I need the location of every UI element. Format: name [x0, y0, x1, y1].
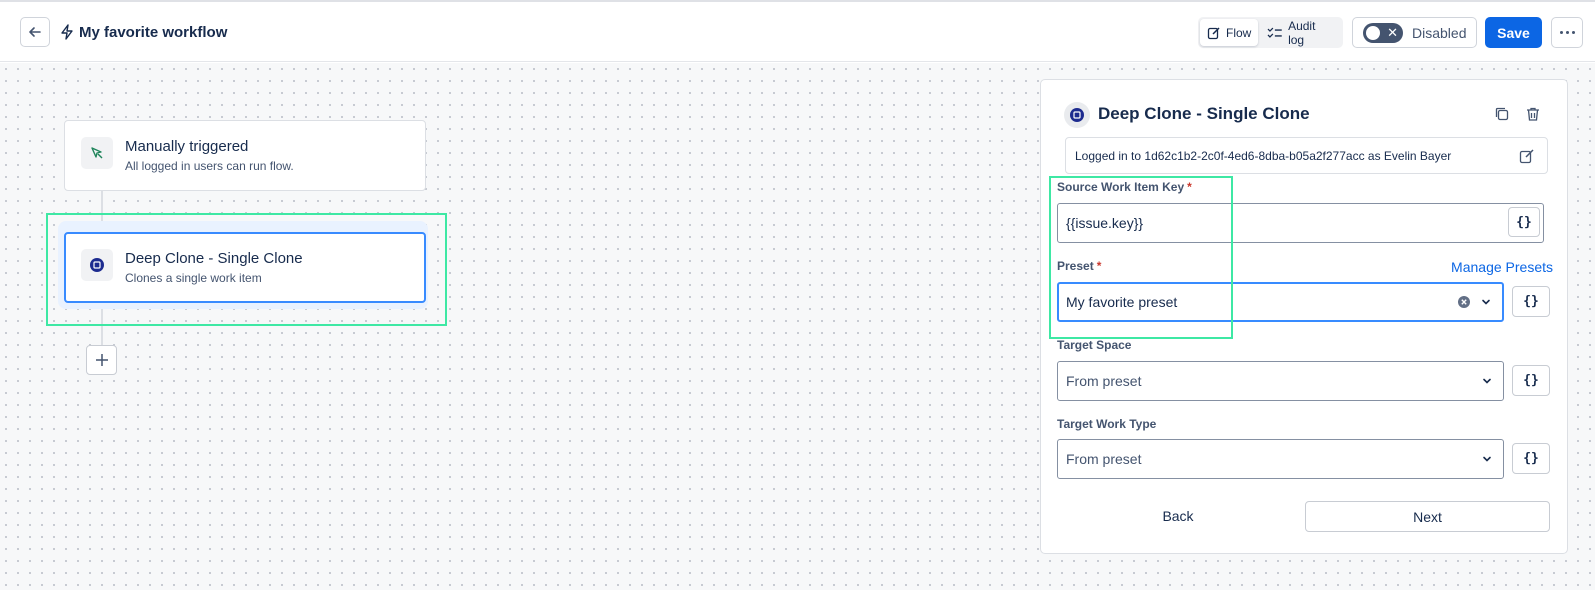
- trigger-icon-wrap: [81, 137, 113, 169]
- add-step-button[interactable]: [86, 345, 117, 375]
- target-work-type-icons: [1481, 440, 1493, 478]
- manage-presets-link[interactable]: Manage Presets: [1451, 259, 1553, 275]
- source-key-value: {{issue.key}}: [1066, 215, 1144, 231]
- workflow-title: My favorite workflow: [79, 23, 228, 41]
- trigger-node-title: Manually triggered: [125, 138, 249, 155]
- more-dot: [1571, 31, 1575, 34]
- trigger-node-subtitle: All logged in users can run flow.: [125, 159, 294, 173]
- toggle-knob: [1366, 25, 1380, 40]
- deep-clone-app-icon: [1070, 108, 1084, 122]
- target-space-variable-button[interactable]: {}: [1512, 365, 1550, 396]
- target-work-type-label: Target Work Type: [1057, 417, 1157, 431]
- target-space-icons: [1481, 362, 1493, 400]
- required-marker: *: [1096, 259, 1102, 273]
- preset-variable-button[interactable]: {}: [1512, 286, 1550, 317]
- preset-value: My favorite preset: [1066, 294, 1178, 310]
- preset-label-text: Preset: [1057, 259, 1094, 273]
- required-marker: *: [1187, 180, 1192, 194]
- source-key-variable-button[interactable]: {}: [1508, 207, 1540, 237]
- back-arrow-button[interactable]: [20, 17, 50, 47]
- plus-icon: [95, 354, 108, 366]
- chevron-down-icon[interactable]: [1481, 375, 1493, 387]
- tab-audit-log[interactable]: Audit log: [1260, 18, 1341, 47]
- workflow-header: My favorite workflow Flow Audit log ✕ Di…: [0, 2, 1595, 62]
- more-dot: [1559, 31, 1563, 34]
- view-switcher: Flow Audit log: [1198, 17, 1343, 48]
- panel-app-icon-wrap: [1064, 102, 1090, 128]
- deep-clone-node-title: Deep Clone - Single Clone: [125, 250, 303, 267]
- trigger-node[interactable]: Manually triggered All logged in users c…: [64, 120, 426, 191]
- delete-button[interactable]: [1521, 102, 1545, 126]
- duplicate-icon: [1495, 107, 1509, 121]
- preset-label: Preset *: [1057, 259, 1101, 273]
- save-button[interactable]: Save: [1485, 17, 1542, 48]
- clear-icon[interactable]: [1457, 295, 1471, 309]
- enable-toggle[interactable]: ✕: [1363, 22, 1403, 43]
- edit-icon: [1207, 26, 1220, 39]
- deep-clone-app-icon: [90, 258, 104, 272]
- target-work-type-variable-button[interactable]: {}: [1512, 443, 1550, 474]
- tab-audit-log-label: Audit log: [1288, 18, 1316, 47]
- deep-clone-node[interactable]: Deep Clone - Single Clone Clones a singl…: [64, 232, 426, 303]
- cursor-click-icon: [91, 147, 103, 159]
- close-icon: ✕: [1387, 24, 1398, 40]
- preset-select-icons: [1457, 284, 1492, 320]
- source-key-label: Source Work Item Key *: [1057, 180, 1192, 194]
- edit-icon: [1519, 149, 1534, 164]
- workflow-title-group: My favorite workflow: [60, 20, 227, 44]
- enable-toggle-control[interactable]: ✕ Disabled: [1352, 17, 1477, 48]
- connection-text: Logged in to 1d62c1b2-2c0f-4ed6-8dba-b05…: [1075, 148, 1452, 163]
- deep-clone-node-subtitle: Clones a single work item: [125, 271, 262, 285]
- target-space-label: Target Space: [1057, 338, 1132, 352]
- tab-flow-label: Flow: [1226, 25, 1252, 40]
- connection-info: Logged in to 1d62c1b2-2c0f-4ed6-8dba-b05…: [1065, 137, 1548, 174]
- preset-select[interactable]: My favorite preset: [1057, 282, 1504, 322]
- list-check-icon: [1267, 27, 1283, 38]
- toggle-label: Disabled: [1412, 24, 1467, 41]
- lightning-icon: [61, 24, 73, 40]
- panel-title: Deep Clone - Single Clone: [1098, 104, 1310, 123]
- edit-connection-button[interactable]: [1515, 144, 1539, 168]
- target-work-type-placeholder: From preset: [1066, 451, 1142, 467]
- chevron-down-icon[interactable]: [1481, 453, 1493, 465]
- target-work-type-select[interactable]: From preset: [1057, 439, 1504, 479]
- target-space-select[interactable]: From preset: [1057, 361, 1504, 401]
- deep-clone-icon-wrap: [81, 249, 113, 281]
- more-options-button[interactable]: [1551, 17, 1583, 48]
- duplicate-button[interactable]: [1490, 102, 1514, 126]
- target-space-placeholder: From preset: [1066, 373, 1142, 389]
- chevron-down-icon[interactable]: [1480, 296, 1492, 308]
- more-dot: [1565, 31, 1569, 34]
- arrow-left-icon: [29, 27, 41, 37]
- connector-line: [101, 303, 103, 345]
- tab-flow[interactable]: Flow: [1200, 19, 1259, 46]
- source-key-input[interactable]: {{issue.key}} {}: [1057, 203, 1544, 243]
- step-config-panel: Deep Clone - Single Clone Logged in to 1…: [1040, 79, 1568, 554]
- back-button[interactable]: Back: [1058, 501, 1298, 531]
- trash-icon: [1527, 107, 1539, 121]
- source-key-label-text: Source Work Item Key: [1057, 180, 1185, 194]
- next-button[interactable]: Next: [1305, 501, 1550, 532]
